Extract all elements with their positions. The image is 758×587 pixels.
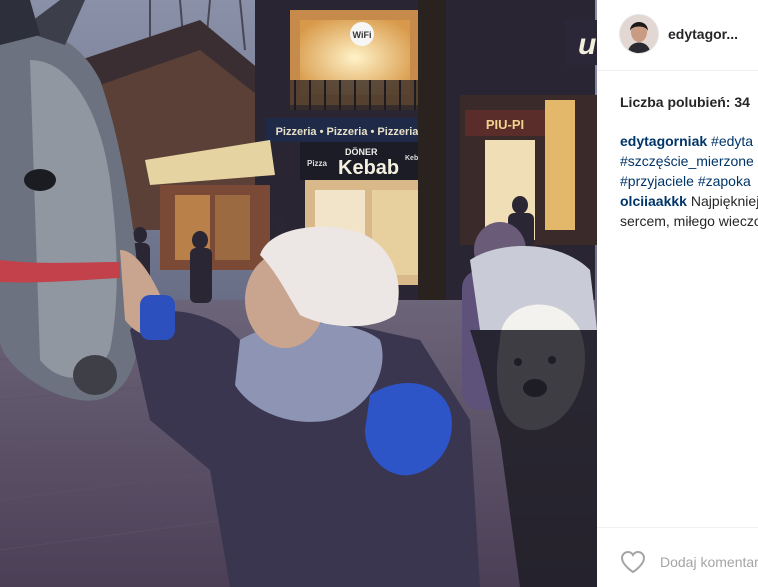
kebab-sign: Kebab	[338, 157, 399, 179]
caption-hashtag[interactable]: #przyjaciele #zapoka	[620, 173, 751, 189]
pizzeria-sign: Pizzeria • Pizzeria • Pizzeria	[276, 126, 420, 138]
doner-sign: DÖNER	[345, 147, 378, 157]
u-sign: u	[578, 28, 596, 61]
likes-count[interactable]: Liczba polubień: 34	[620, 94, 750, 110]
caption-hashtag[interactable]: #szczęście_mierzone	[620, 153, 754, 169]
post-header: edytagor...	[597, 0, 758, 71]
heart-icon[interactable]	[620, 550, 646, 574]
comment-text: sercem, miłego wieczo	[620, 213, 758, 229]
caption: edytagorniak #edyta #szczęście_mierzone …	[620, 131, 758, 191]
comment-username[interactable]: olciiaakkk	[620, 193, 687, 209]
caption-username[interactable]: edytagorniak	[620, 133, 707, 149]
post-footer: Dodaj komentarz...	[597, 527, 758, 587]
add-comment-input[interactable]: Dodaj komentarz...	[660, 554, 758, 570]
comment-text: Najpiękniej	[690, 193, 758, 209]
post-photo[interactable]: WiFi Pizzeria • Pizzeria • Pizzeria DÖNE…	[0, 0, 597, 587]
wifi-sign: WiFi	[353, 30, 372, 40]
username-link[interactable]: edytagor...	[668, 26, 738, 42]
piupiu-sign: PIU-PI	[486, 117, 524, 132]
avatar[interactable]	[619, 14, 659, 54]
caption-hashtag[interactable]: #edyta	[711, 133, 753, 149]
pizza-small-sign: Pizza	[307, 159, 328, 168]
comment: olciiaakkk Najpiękniej sercem, miłego wi…	[620, 191, 758, 231]
post-sidebar: edytagor... Liczba polubień: 34 edytagor…	[597, 0, 758, 587]
